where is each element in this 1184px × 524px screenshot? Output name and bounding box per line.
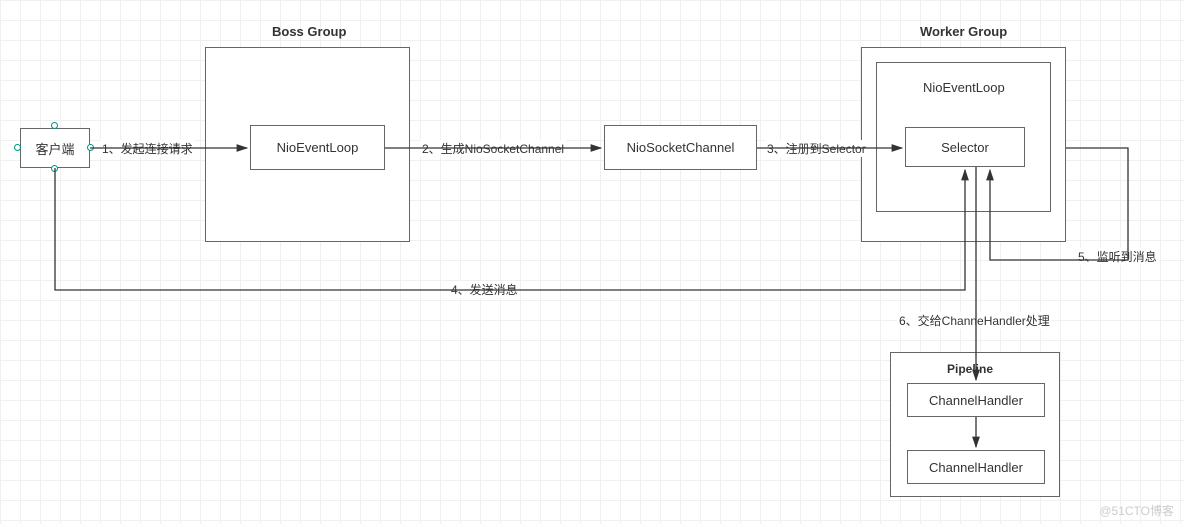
selector-box: Selector xyxy=(905,127,1025,167)
edge2-label: 2、生成NioSocketChannel xyxy=(420,140,566,157)
edge1-label: 1、发起连接请求 xyxy=(100,140,195,157)
edge3-label: 3、注册到Selector xyxy=(765,140,868,157)
worker-group-title: Worker Group xyxy=(920,24,1007,39)
niosocketchannel-label: NioSocketChannel xyxy=(627,140,735,155)
niosocketchannel-box: NioSocketChannel xyxy=(604,125,757,170)
worker-nioeventloop-title: NioEventLoop xyxy=(921,80,1007,95)
edge4-label: 4、发送消息 xyxy=(449,281,520,298)
boss-nioeventloop-box: NioEventLoop xyxy=(250,125,385,170)
client-box: 客户端 xyxy=(20,128,90,168)
selection-handle-left[interactable] xyxy=(14,144,21,151)
channelhandler2-box: ChannelHandler xyxy=(907,450,1045,484)
channelhandler1-label: ChannelHandler xyxy=(929,393,1023,408)
selection-handle-top[interactable] xyxy=(51,122,58,129)
watermark: @51CTO博客 xyxy=(1099,502,1174,519)
edge5-label: 5、监听到消息 xyxy=(1076,248,1159,265)
edge6-label: 6、交给ChanneHandler处理 xyxy=(897,312,1052,329)
selector-label: Selector xyxy=(941,140,989,155)
channelhandler2-label: ChannelHandler xyxy=(929,460,1023,475)
selection-handle-right[interactable] xyxy=(87,144,94,151)
pipeline-title: Pipeline xyxy=(945,362,995,376)
boss-group-title: Boss Group xyxy=(272,24,346,39)
selection-handle-bottom[interactable] xyxy=(51,165,58,172)
client-label: 客户端 xyxy=(35,139,74,158)
boss-nioeventloop-label: NioEventLoop xyxy=(277,140,359,155)
channelhandler1-box: ChannelHandler xyxy=(907,383,1045,417)
